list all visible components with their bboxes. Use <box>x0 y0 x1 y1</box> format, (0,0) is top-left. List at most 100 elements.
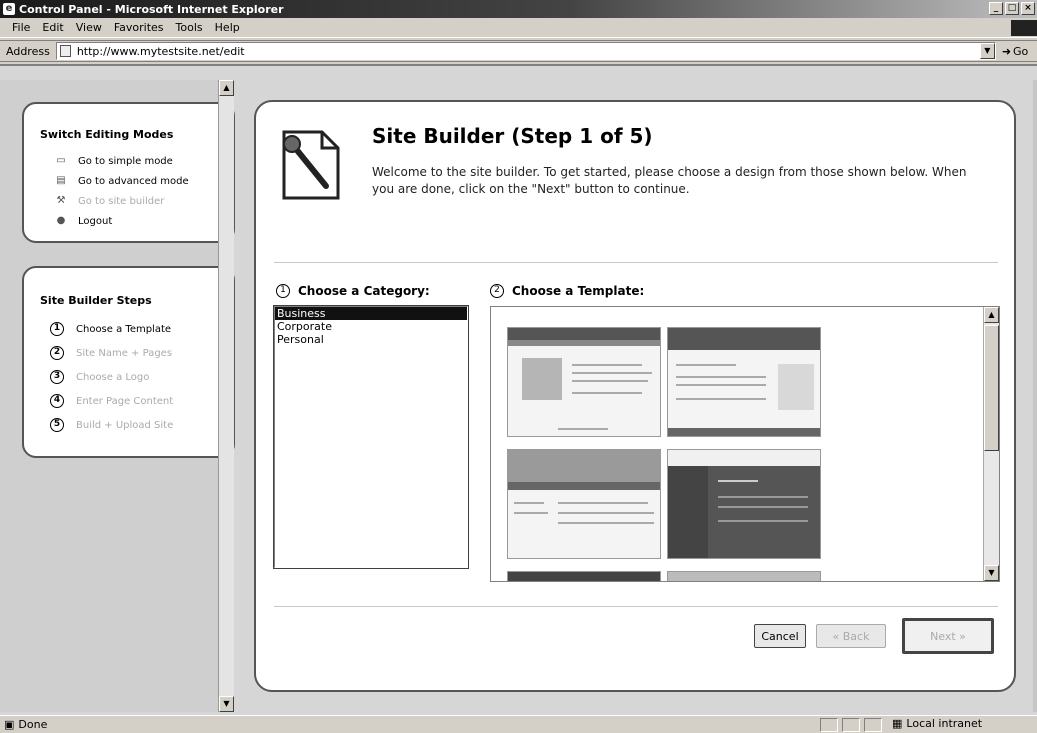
scroll-down-button[interactable]: ▼ <box>219 696 234 712</box>
address-input[interactable]: http://www.mytestsite.net/edit ▼ <box>55 42 996 60</box>
step-label: Choose a Template <box>76 323 172 335</box>
step-item-1[interactable]: 1 Choose a Template <box>50 317 233 341</box>
intro-text: Welcome to the site builder. To get star… <box>372 165 967 196</box>
step-number: 4 <box>50 394 64 408</box>
status-text-area: ▣ Done <box>0 718 47 731</box>
address-dropdown-button[interactable]: ▼ <box>979 43 995 59</box>
sidebar-scrollbar[interactable]: ▲ ▼ <box>218 80 234 712</box>
status-text: Done <box>18 718 48 731</box>
address-label: Address <box>6 44 50 58</box>
status-pane <box>842 718 860 732</box>
step-number: 5 <box>50 418 64 432</box>
step-item-3: 3 Choose a Logo <box>50 365 233 389</box>
step-label: Site Name + Pages <box>76 347 173 359</box>
category-option-business[interactable]: Business <box>275 307 467 320</box>
menu-edit[interactable]: Edit <box>36 21 69 34</box>
step-label: Enter Page Content <box>76 395 174 407</box>
builder-steps-heading: Site Builder Steps <box>40 294 152 307</box>
category-option-corporate[interactable]: Corporate <box>275 320 467 333</box>
page-scrollbar[interactable] <box>1033 80 1037 712</box>
template-thumbnail[interactable] <box>667 571 821 581</box>
step-label: Build + Upload Site <box>76 419 174 431</box>
category-step-number: 1 <box>276 284 290 298</box>
close-button[interactable]: × <box>1021 2 1035 15</box>
category-listbox[interactable]: Business Corporate Personal <box>273 305 469 569</box>
go-button[interactable]: ➜ Go <box>1002 45 1028 58</box>
go-arrow-icon: ➜ <box>1001 44 1012 58</box>
category-section-label: 1 Choose a Category: <box>276 284 430 298</box>
page-done-icon: ▣ <box>4 718 15 731</box>
advanced-mode-icon: ▤ <box>56 175 66 186</box>
page-viewport: Switch Editing Modes ▭ Go to simple mode… <box>0 64 1037 715</box>
menu-favorites[interactable]: Favorites <box>108 21 170 34</box>
advanced-mode-label: Go to advanced mode <box>78 175 189 187</box>
scroll-down-button[interactable]: ▼ <box>984 565 999 581</box>
simple-mode-label: Go to simple mode <box>78 155 173 167</box>
template-label: Choose a Template: <box>512 284 645 298</box>
zone-label: Local intranet <box>906 717 983 730</box>
menu-bar: File Edit View Favorites Tools Help <box>0 18 1037 38</box>
builder-steps-panel: Site Builder Steps 1 Choose a Template 2… <box>22 266 235 458</box>
scroll-up-button[interactable]: ▲ <box>219 80 234 96</box>
ie-icon: e <box>3 3 15 15</box>
window-title: Control Panel - Microsoft Internet Explo… <box>19 2 284 16</box>
template-scrollbar[interactable]: ▲ ▼ <box>983 307 999 581</box>
menu-help[interactable]: Help <box>209 21 246 34</box>
security-zone: ▦ Local intranet <box>892 717 982 730</box>
page-icon <box>59 45 71 57</box>
template-thumbnail[interactable] <box>507 327 661 437</box>
back-button[interactable]: « Back <box>816 624 886 648</box>
template-step-number: 2 <box>490 284 504 298</box>
step-label: Choose a Logo <box>76 371 150 383</box>
category-label: Choose a Category: <box>298 284 430 298</box>
site-builder-label: Go to site builder <box>78 195 165 207</box>
intranet-icon: ▦ <box>892 717 903 730</box>
status-pane <box>864 718 882 732</box>
step-item-4: 4 Enter Page Content <box>50 389 233 413</box>
step-item-2: 2 Site Name + Pages <box>50 341 233 365</box>
address-bar: Address http://www.mytestsite.net/edit ▼… <box>0 40 1037 62</box>
cancel-button[interactable]: Cancel <box>754 624 806 648</box>
logout-label: Logout <box>78 215 113 227</box>
status-bar: ▣ Done ▦ Local intranet <box>0 715 1037 733</box>
minimize-button[interactable]: _ <box>989 2 1003 15</box>
site-builder-icon: ⚒ <box>56 195 66 206</box>
divider <box>274 262 998 263</box>
template-thumbnail[interactable] <box>667 327 821 437</box>
site-builder-card: Site Builder (Step 1 of 5) Welcome to th… <box>254 100 1016 692</box>
simple-mode-icon: ▭ <box>56 155 66 166</box>
editing-modes-panel: Switch Editing Modes ▭ Go to simple mode… <box>22 102 235 243</box>
browser-window: e Control Panel - Microsoft Internet Exp… <box>0 0 1037 733</box>
site-builder-link[interactable]: ⚒ Go to site builder <box>54 191 233 211</box>
logout-link[interactable]: ● Logout <box>54 211 233 231</box>
scroll-up-button[interactable]: ▲ <box>984 307 999 323</box>
simple-mode-link[interactable]: ▭ Go to simple mode <box>54 151 233 171</box>
site-builder-tool-icon <box>282 130 340 200</box>
step-number: 1 <box>50 322 64 336</box>
template-thumbnail[interactable] <box>507 571 661 581</box>
step-item-5: 5 Build + Upload Site <box>50 413 233 437</box>
menu-view[interactable]: View <box>70 21 108 34</box>
step-number: 2 <box>50 346 64 360</box>
editing-modes-heading: Switch Editing Modes <box>40 128 174 141</box>
page-title: Site Builder (Step 1 of 5) <box>372 124 653 148</box>
sidebar: Switch Editing Modes ▭ Go to simple mode… <box>0 80 235 712</box>
category-option-personal[interactable]: Personal <box>275 333 467 346</box>
status-pane <box>820 718 838 732</box>
template-section-label: 2 Choose a Template: <box>490 284 644 298</box>
template-thumbnail[interactable] <box>507 449 661 559</box>
template-thumbnail[interactable] <box>667 449 821 559</box>
divider <box>274 606 998 607</box>
logout-icon: ● <box>56 215 66 226</box>
address-url: http://www.mytestsite.net/edit <box>76 44 245 58</box>
maximize-button[interactable]: □ <box>1005 2 1019 15</box>
windows-logo-icon <box>1011 20 1037 36</box>
step-number: 3 <box>50 370 64 384</box>
next-button[interactable]: Next » <box>902 618 994 654</box>
menu-file[interactable]: File <box>6 21 36 34</box>
menu-tools[interactable]: Tools <box>170 21 209 34</box>
go-label: Go <box>1013 44 1029 58</box>
template-gallery: ▲ ▼ <box>490 306 1000 582</box>
scroll-thumb[interactable] <box>984 325 999 451</box>
advanced-mode-link[interactable]: ▤ Go to advanced mode <box>54 171 233 191</box>
